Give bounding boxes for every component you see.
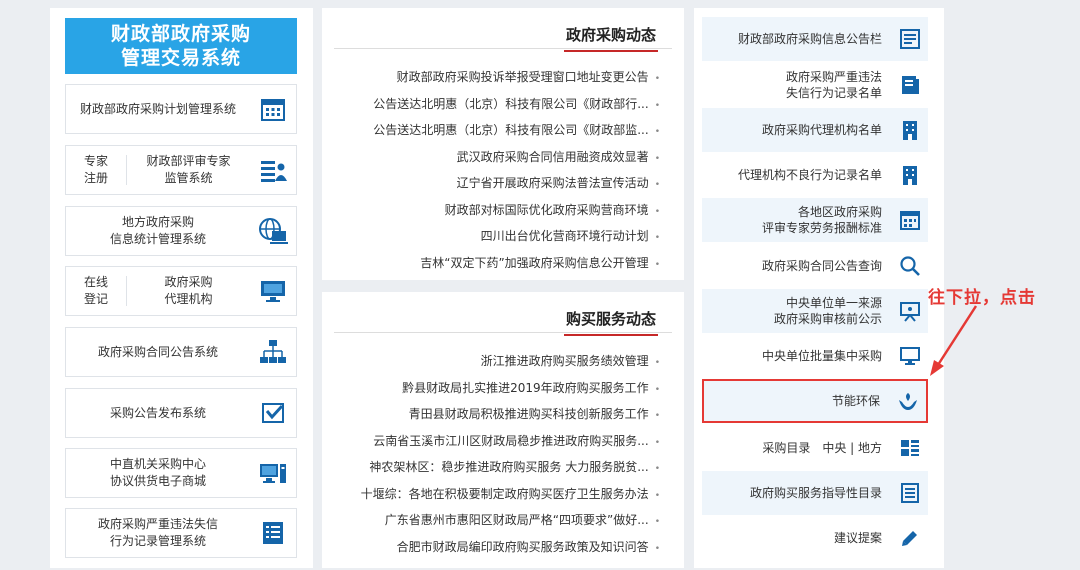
card-label: 财政部政府采购计划管理系统	[79, 101, 236, 116]
card-label[interactable]: 财政部评审专家 监管系统	[127, 153, 250, 187]
panel-header: 政府采购动态	[334, 18, 672, 52]
network-icon	[250, 328, 296, 376]
nav-single-source-notice[interactable]: 中央单位单一来源 政府采购审核前公示	[702, 289, 928, 333]
nav-label: 财政部政府采购信息公告栏	[737, 32, 882, 46]
card-label: 采购公告发布系统	[109, 405, 206, 420]
globe-computer-icon	[250, 207, 296, 255]
calendar-icon	[892, 198, 928, 242]
card-expert-system[interactable]: 专家 注册 财政部评审专家 监管系统	[65, 145, 297, 195]
document-list-icon	[250, 509, 296, 557]
panel-title[interactable]: 购买服务动态	[563, 308, 658, 336]
book-icon	[892, 63, 928, 107]
list-icon	[892, 471, 928, 515]
card-plan-management[interactable]: 财政部政府采购计划管理系统	[65, 84, 297, 134]
monitor-icon	[892, 334, 928, 378]
card-central-mall[interactable]: 中直机关采购中心 协议供货电子商城	[65, 448, 297, 498]
system-banner[interactable]: 财政部政府采购 管理交易系统	[65, 18, 297, 74]
card-dishonest-records[interactable]: 政府采购严重违法失信 行为记录管理系统	[65, 508, 297, 558]
card-label: 中直机关采购中心 协议供货电子商城	[109, 457, 206, 488]
news-item[interactable]: 十堰综：各地在积极要制定政府购买医疗卫生服务办法	[334, 481, 664, 508]
news-item[interactable]: 财政部对标国际优化政府采购营商环境	[334, 197, 664, 224]
building-icon	[892, 108, 928, 152]
computer-icon	[250, 449, 296, 497]
news-item[interactable]: 青田县财政局积极推进购买科技创新服务工作	[334, 401, 664, 428]
panel-header: 购买服务动态	[334, 302, 672, 336]
checkmark-icon	[250, 389, 296, 437]
card-label[interactable]: 政府采购 代理机构	[127, 274, 250, 308]
right-nav-column: 财政部政府采购信息公告栏 政府采购严重违法 失信行为记录名单 政府采购代理机构名…	[694, 8, 944, 568]
card-label: 政府采购严重违法失信 行为记录管理系统	[97, 517, 218, 548]
grid-icon	[892, 426, 928, 470]
service-news-list: 浙江推进政府购买服务绩效管理 黔县财政局扎实推进2019年政府购买服务工作 青田…	[334, 348, 664, 560]
news-item[interactable]: 神农架林区：稳步推进政府购买服务 大力服务脱贫...	[334, 454, 664, 481]
procurement-news-panel: 政府采购动态 财政部政府采购投诉举报受理窗口地址变更公告 公告送达北明惠（北京）…	[322, 8, 684, 280]
notice-board-icon	[892, 17, 928, 61]
nav-label: 政府购买服务指导性目录	[749, 486, 882, 500]
news-item[interactable]: 四川出台优化营商环境行动计划	[334, 223, 664, 250]
news-list: 财政部政府采购投诉举报受理窗口地址变更公告 公告送达北明惠（北京）科技有限公司《…	[334, 64, 664, 276]
card-agency[interactable]: 在线 登记 政府采购 代理机构	[65, 266, 297, 316]
news-item[interactable]: 公告送达北明惠（北京）科技有限公司《财政部行...	[334, 91, 664, 118]
card-label: 政府采购合同公告系统	[97, 344, 218, 359]
expert-register-link[interactable]: 专家 注册	[66, 153, 126, 187]
nav-suggestion[interactable]: 建议提案	[702, 516, 928, 560]
news-item[interactable]: 云南省玉溪市江川区财政局稳步推进政府购买服务...	[334, 428, 664, 455]
nav-label: 政府采购合同公告查询	[761, 259, 882, 273]
news-item[interactable]: 合肥市财政局编印政府购买服务政策及知识问答	[334, 534, 664, 561]
presentation-icon	[892, 289, 928, 333]
nav-label: 各地区政府采购 评审专家劳务报酬标准	[761, 205, 882, 235]
nav-dishonest-list[interactable]: 政府采购严重违法 失信行为记录名单	[702, 63, 928, 107]
news-item[interactable]: 辽宁省开展政府采购法普法宣传活动	[334, 170, 664, 197]
news-item[interactable]: 吉林“双定下药”加强政府采购信息公开管理	[334, 250, 664, 277]
nav-label: 建议提案	[833, 531, 882, 545]
nav-bad-behavior-list[interactable]: 代理机构不良行为记录名单	[702, 153, 928, 197]
nav-contract-search[interactable]: 政府采购合同公告查询	[702, 244, 928, 288]
nav-label: 节能环保	[831, 394, 880, 408]
building-icon	[892, 153, 928, 197]
left-system-column: 财政部政府采购 管理交易系统 财政部政府采购计划管理系统 专家 注册 财政部评审…	[50, 8, 313, 568]
nav-procurement-catalog[interactable]: 采购目录 中央 | 地方	[702, 426, 928, 470]
card-local-statistics[interactable]: 地方政府采购 信息统计管理系统	[65, 206, 297, 256]
card-announcement-publish[interactable]: 采购公告发布系统	[65, 388, 297, 438]
nav-label: 政府采购代理机构名单	[761, 123, 882, 137]
nav-label: 采购目录 中央 | 地方	[762, 441, 882, 455]
banner-text: 财政部政府采购 管理交易系统	[110, 23, 251, 69]
nav-energy-saving[interactable]: 节能环保	[702, 379, 928, 423]
nav-label: 代理机构不良行为记录名单	[737, 168, 882, 182]
panel-title[interactable]: 政府采购动态	[563, 24, 658, 52]
nav-label: 中央单位批量集中采购	[761, 349, 882, 363]
card-label: 地方政府采购 信息统计管理系统	[109, 215, 206, 246]
nav-info-notice[interactable]: 财政部政府采购信息公告栏	[702, 17, 928, 61]
online-register-link[interactable]: 在线 登记	[66, 274, 126, 308]
nav-central-batch-purchase[interactable]: 中央单位批量集中采购	[702, 334, 928, 378]
nav-label: 中央单位单一来源 政府采购审核前公示	[773, 296, 882, 326]
search-icon	[892, 244, 928, 288]
nav-expert-fee-standard[interactable]: 各地区政府采购 评审专家劳务报酬标准	[702, 198, 928, 242]
news-item[interactable]: 武汉政府采购合同信用融资成效显著	[334, 144, 664, 171]
nav-service-catalog[interactable]: 政府购买服务指导性目录	[702, 471, 928, 515]
news-item[interactable]: 公告送达北明惠（北京）科技有限公司《财政部监...	[334, 117, 664, 144]
news-item[interactable]: 广东省惠州市惠阳区财政局严格“四项要求”做好...	[334, 507, 664, 534]
news-item[interactable]: 黔县财政局扎实推进2019年政府购买服务工作	[334, 375, 664, 402]
news-item[interactable]: 财政部政府采购投诉举报受理窗口地址变更公告	[334, 64, 664, 91]
monitor-icon	[250, 267, 296, 315]
news-item[interactable]: 浙江推进政府购买服务绩效管理	[334, 348, 664, 375]
purchase-service-panel: 购买服务动态 浙江推进政府购买服务绩效管理 黔县财政局扎实推进2019年政府购买…	[322, 292, 684, 568]
pencil-icon	[892, 516, 928, 560]
arrow-icon	[930, 305, 978, 376]
calendar-icon	[250, 85, 296, 133]
expert-icon	[250, 146, 296, 194]
nav-agency-list[interactable]: 政府采购代理机构名单	[702, 108, 928, 152]
card-contract-notice[interactable]: 政府采购合同公告系统	[65, 327, 297, 377]
eco-hands-icon	[890, 379, 926, 423]
nav-label: 政府采购严重违法 失信行为记录名单	[785, 70, 882, 100]
